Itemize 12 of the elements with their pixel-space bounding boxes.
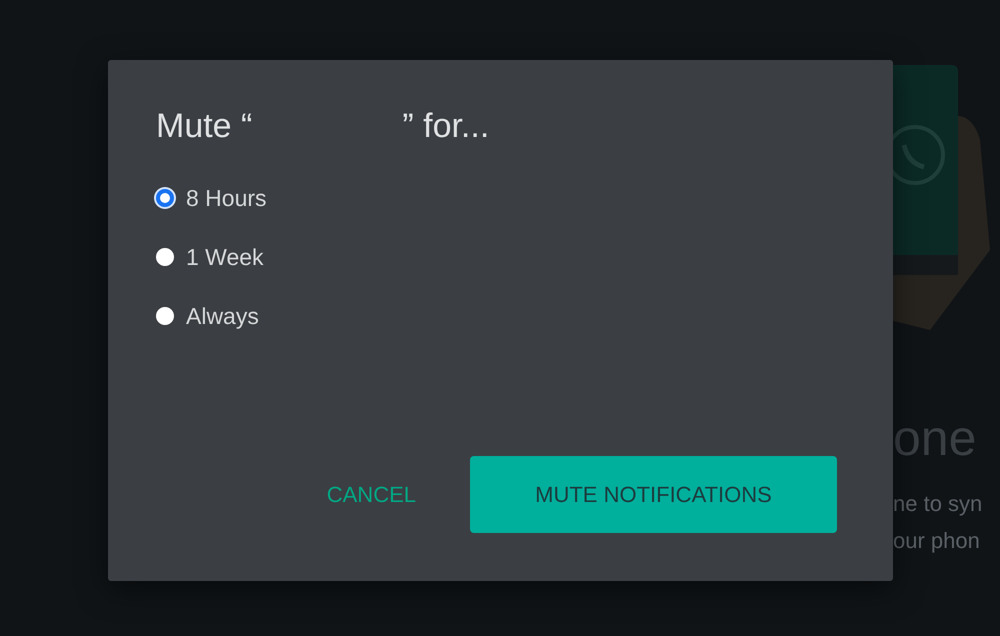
radio-button[interactable] [156,248,174,266]
cancel-button[interactable]: CANCEL [326,472,416,518]
dialog-title: Mute “ [156,106,252,147]
option-label[interactable]: Always [186,296,259,336]
background-text: ne to syn [893,490,984,518]
dialog-title: ” for... [402,106,490,147]
radio-button[interactable] [156,189,174,207]
option-label[interactable]: 1 Week [186,237,264,277]
option-label[interactable]: 8 Hours [186,178,267,218]
radio-button[interactable] [156,307,174,325]
background-text: our phon [893,527,981,555]
mute-button[interactable]: MUTE NOTIFICATIONS [470,456,837,533]
